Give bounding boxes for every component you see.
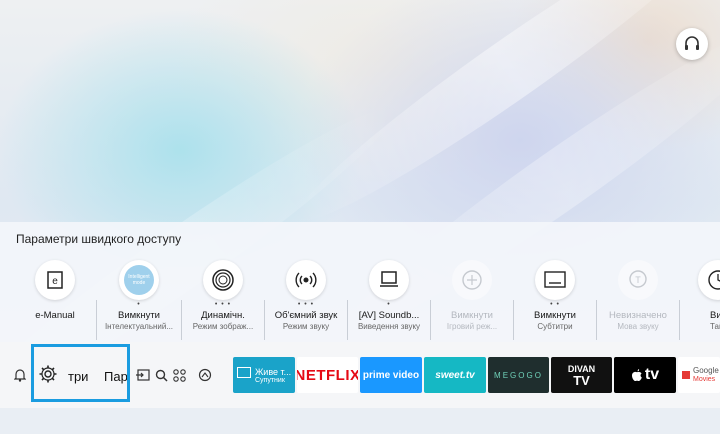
item-label: Об'ємний звук bbox=[274, 310, 338, 321]
intelligent-mode-icon-text: Intelligent mode bbox=[128, 274, 150, 286]
quick-item-game-mode[interactable]: Вимкнути Ігровий реж... bbox=[432, 260, 512, 331]
divider bbox=[347, 300, 348, 340]
sound-output-icon bbox=[369, 260, 409, 300]
app-name: sweet.tv bbox=[435, 369, 475, 381]
app-sub: Супутник bbox=[255, 376, 285, 384]
item-dots: • • • bbox=[297, 301, 315, 308]
item-sublabel: Ігровий реж... bbox=[446, 322, 498, 331]
item-sublabel: Тайм bbox=[710, 322, 720, 331]
item-dots: • • • bbox=[214, 301, 232, 308]
headset-icon bbox=[685, 36, 699, 50]
item-label: e-Manual bbox=[35, 310, 75, 321]
tv-icon bbox=[237, 367, 251, 378]
item-dots bbox=[598, 300, 678, 310]
app-name: MEGOGO bbox=[494, 370, 543, 380]
game-mode-icon bbox=[452, 260, 492, 300]
divider bbox=[679, 300, 680, 340]
app-name: DIVAN bbox=[567, 363, 596, 374]
item-label: Вимкнути bbox=[451, 310, 493, 321]
app-name: Google bbox=[693, 366, 719, 375]
quick-item-emanual[interactable]: e e-Manual bbox=[15, 260, 95, 322]
notification-icon[interactable] bbox=[14, 367, 26, 383]
item-dots: • bbox=[137, 301, 141, 308]
timer-icon bbox=[698, 260, 720, 300]
subtitles-icon bbox=[535, 260, 575, 300]
app-name: prime video bbox=[362, 369, 420, 381]
app-google-movies[interactable]: Google Movies bbox=[678, 357, 720, 393]
app-name: Живе т... bbox=[255, 366, 292, 377]
item-sublabel: Інтелектуальний... bbox=[104, 322, 174, 331]
item-dots: • • bbox=[550, 301, 560, 308]
item-sublabel: Режим звуку bbox=[282, 322, 330, 331]
quick-item-sound-mode[interactable]: • • • Об'ємний звук Режим звуку bbox=[266, 260, 346, 331]
intelligent-mode-icon: Intelligent mode bbox=[119, 260, 159, 300]
item-label: Вимкнути bbox=[118, 310, 160, 321]
item-dots: • bbox=[387, 301, 391, 308]
divider bbox=[264, 300, 265, 340]
app-divan-tv[interactable]: DIVAN TV bbox=[551, 357, 612, 393]
focus-highlight bbox=[31, 344, 130, 402]
quick-item-timer[interactable]: Ви Тайм bbox=[682, 260, 720, 331]
item-label: [AV] Soundb... bbox=[358, 310, 420, 321]
quick-item-intelligent-mode[interactable]: Intelligent mode • Вимкнути Інтелектуаль… bbox=[99, 260, 179, 331]
quick-settings-title: Параметри швидкого доступу bbox=[16, 232, 182, 246]
source-icon[interactable] bbox=[136, 367, 150, 383]
app-apple-tv[interactable]: tv bbox=[614, 357, 676, 393]
quick-item-subtitles[interactable]: • • Вимкнути Субтитри bbox=[515, 260, 595, 331]
divider bbox=[513, 300, 514, 340]
search-icon[interactable] bbox=[155, 367, 168, 383]
app-sub: TV bbox=[573, 372, 590, 388]
google-play-icon bbox=[682, 371, 690, 379]
quick-item-sound-output[interactable]: • [AV] Soundb... Виведення звуку bbox=[349, 260, 429, 331]
ambient-icon[interactable] bbox=[198, 367, 212, 383]
item-sublabel: Режим зображ... bbox=[192, 322, 254, 331]
divider bbox=[96, 300, 97, 340]
item-sublabel: Мова звуку bbox=[617, 322, 659, 331]
svg-text:T: T bbox=[635, 275, 641, 285]
divider bbox=[430, 300, 431, 340]
divider bbox=[596, 300, 597, 340]
divider bbox=[181, 300, 182, 340]
quick-item-audio-language[interactable]: T Невизначено Мова звуку bbox=[598, 260, 678, 331]
app-name: tv bbox=[644, 366, 660, 383]
item-label: Ви bbox=[710, 310, 720, 321]
item-label: Вимкнути bbox=[534, 310, 576, 321]
app-prime-video[interactable]: prime video bbox=[360, 357, 422, 393]
sound-mode-icon bbox=[286, 260, 326, 300]
item-label: Динамічн. bbox=[201, 310, 245, 321]
app-sub: Movies bbox=[693, 376, 716, 383]
item-dots bbox=[15, 300, 95, 310]
apple-icon bbox=[631, 369, 642, 381]
item-sublabel: Виведення звуку bbox=[357, 322, 421, 331]
manual-icon: e bbox=[35, 260, 75, 300]
app-megogo[interactable]: MEGOGO bbox=[488, 357, 549, 393]
apps-icon[interactable] bbox=[173, 367, 186, 383]
svg-text:e: e bbox=[52, 276, 58, 287]
app-name: NETFLIX bbox=[297, 366, 358, 384]
app-sweet-tv[interactable]: sweet.tv bbox=[424, 357, 486, 393]
quick-settings-panel: Параметри швидкого доступу e e-Manual In… bbox=[0, 222, 720, 342]
item-sublabel: Субтитри bbox=[537, 322, 573, 331]
item-dots bbox=[682, 300, 720, 310]
quick-item-picture-mode[interactable]: • • • Динамічн. Режим зображ... bbox=[183, 260, 263, 331]
audio-language-icon: T bbox=[618, 260, 658, 300]
picture-mode-icon bbox=[203, 260, 243, 300]
help-button[interactable] bbox=[676, 28, 708, 60]
item-dots bbox=[432, 300, 512, 310]
item-label: Невизначено bbox=[609, 310, 667, 321]
app-live-tv[interactable]: Живе т... Супутник bbox=[233, 357, 295, 393]
app-netflix[interactable]: NETFLIX bbox=[297, 357, 358, 393]
